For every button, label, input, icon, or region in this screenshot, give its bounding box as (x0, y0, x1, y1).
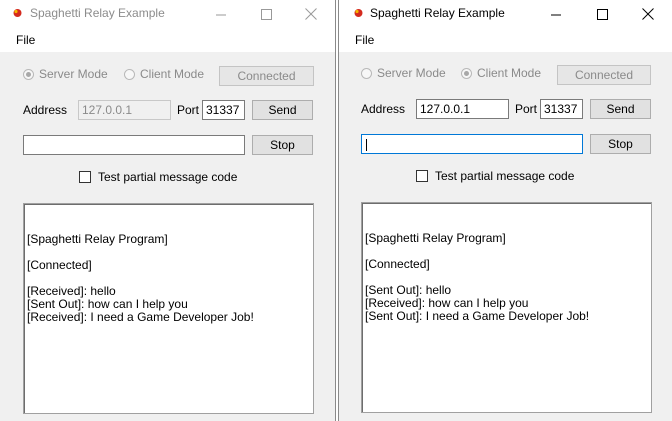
window-title: Spaghetti Relay Example (30, 6, 165, 20)
maximize-button[interactable] (243, 0, 289, 28)
radio-dot (124, 68, 135, 80)
title-bar[interactable]: Spaghetti Relay Example (339, 0, 672, 28)
client-mode-radio[interactable]: Client Mode (461, 66, 541, 80)
menu-file[interactable]: File (16, 33, 35, 47)
stop-button[interactable]: Stop (252, 135, 313, 155)
log-line: [Spaghetti Relay Program] (365, 231, 506, 245)
log-line: [Connected] (27, 258, 92, 272)
minimize-icon (215, 14, 226, 15)
partial-message-label: Test partial message code (435, 169, 575, 183)
minimize-icon (550, 14, 561, 15)
close-icon (642, 8, 654, 20)
address-field[interactable]: 127.0.0.1 (416, 99, 509, 119)
message-log[interactable]: [Spaghetti Relay Program] [Connected] [Sen… (361, 202, 652, 413)
menu-bar: File (0, 28, 335, 52)
title-bar[interactable]: Spaghetti Relay Example (0, 0, 335, 28)
server-mode-radio[interactable]: Server Mode (23, 67, 108, 81)
address-label: Address (361, 102, 406, 116)
message-log[interactable]: [Spaghetti Relay Program] [Connected] [Rec… (23, 203, 314, 414)
minimize-button[interactable] (198, 0, 244, 28)
menu-file[interactable]: File (355, 33, 374, 47)
log-line: [Sent Out]: I need a Game Developer Job! (365, 309, 590, 323)
text-caret (366, 138, 367, 151)
spaghetti-app-icon (13, 9, 22, 17)
maximize-icon (260, 8, 272, 20)
client-mode-radio[interactable]: Client Mode (124, 67, 204, 81)
partial-message-label: Test partial message code (98, 170, 238, 184)
send-button[interactable]: Send (590, 99, 651, 119)
window-title: Spaghetti Relay Example (370, 6, 505, 20)
close-button[interactable] (625, 0, 671, 28)
checkbox-box (416, 170, 428, 182)
log-line: [Spaghetti Relay Program] (27, 232, 168, 246)
radio-dot (361, 67, 372, 79)
radio-dot (461, 67, 472, 79)
message-input[interactable] (23, 135, 245, 155)
minimize-button[interactable] (533, 0, 579, 28)
port-field[interactable]: 31337 (540, 99, 583, 119)
partial-message-checkbox[interactable]: Test partial message code (79, 170, 237, 184)
stop-button[interactable]: Stop (590, 134, 651, 154)
log-lines: [Spaghetti Relay Program] [Connected] [Sen… (365, 232, 648, 323)
radio-dot (23, 68, 34, 80)
client-mode-label: Client Mode (140, 67, 205, 81)
window-left: Spaghetti Relay Example File Server Mode… (0, 0, 336, 421)
spaghetti-app-icon (354, 9, 363, 17)
maximize-button[interactable] (579, 0, 625, 28)
window-right: Spaghetti Relay Example File Server Mode… (338, 0, 672, 421)
log-line: [Received]: I need a Game Developer Job! (27, 310, 254, 324)
connected-button[interactable]: Connected (219, 66, 314, 86)
port-label: Port (177, 103, 200, 117)
server-mode-radio[interactable]: Server Mode (361, 66, 446, 80)
server-mode-label: Server Mode (377, 66, 446, 80)
address-label: Address (23, 103, 68, 117)
port-label: Port (515, 102, 538, 116)
server-mode-label: Server Mode (39, 67, 108, 81)
close-icon (305, 8, 317, 20)
partial-message-checkbox[interactable]: Test partial message code (416, 169, 574, 183)
log-line: [Connected] (365, 257, 430, 271)
close-button[interactable] (288, 0, 334, 28)
checkbox-box (79, 171, 91, 183)
message-input[interactable] (361, 134, 583, 154)
maximize-icon (596, 8, 608, 20)
port-field[interactable]: 31337 (202, 100, 245, 120)
send-button[interactable]: Send (252, 100, 313, 120)
address-field[interactable]: 127.0.0.1 (78, 100, 171, 120)
connected-button[interactable]: Connected (557, 65, 651, 85)
log-lines: [Spaghetti Relay Program] [Connected] [Rec… (27, 233, 310, 324)
client-mode-label: Client Mode (477, 66, 542, 80)
menu-bar: File (339, 28, 672, 52)
